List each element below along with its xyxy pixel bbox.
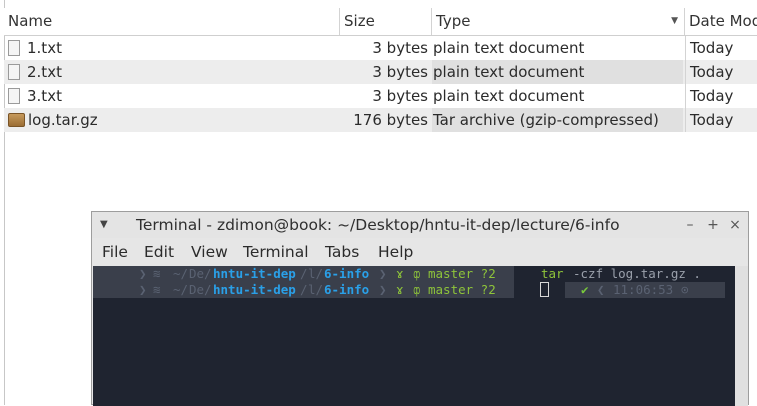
path-separator: /	[300, 282, 308, 297]
column-header-date[interactable]: Date Mod	[685, 8, 757, 35]
file-name-cell: 2.txt	[8, 60, 338, 84]
menu-help[interactable]: Help	[378, 238, 413, 266]
text-file-icon	[8, 40, 20, 56]
command-args: -czf log.tar.gz .	[573, 266, 701, 281]
column-header-type[interactable]: Type ▼	[432, 8, 685, 35]
file-row[interactable]: 1.txt 3 bytes plain text document Today	[4, 36, 757, 60]
file-name-cell: 1.txt	[8, 36, 338, 60]
prompt-arrow-icon: ❯	[139, 282, 147, 297]
maximize-button[interactable]: +	[704, 212, 722, 238]
window-menu-icon[interactable]: ▼	[100, 212, 108, 238]
branch-icon: ȹ	[413, 266, 421, 281]
file-name: 1.txt	[27, 39, 62, 57]
file-name: log.tar.gz	[28, 111, 98, 129]
git-branch: master ?2	[428, 266, 496, 281]
file-size: 3 bytes	[372, 39, 428, 57]
terminal-output[interactable]: ❯ ≋ ~/ De/ hntu-it-dep / l/ 6-info ❯ ɤ ȹ…	[93, 266, 735, 406]
file-date: Today	[685, 84, 757, 108]
branch-icon: ȹ	[413, 282, 421, 297]
path-segment: l/	[308, 282, 324, 297]
prompt-arrow-icon: ❯	[379, 266, 387, 281]
prompt-arrow-icon: ❯	[139, 266, 147, 281]
path-dir: 6-info	[324, 282, 370, 297]
file-row[interactable]: log.tar.gz 176 bytes Tar archive (gzip-c…	[4, 108, 757, 132]
path-repo: hntu-it-dep	[213, 266, 296, 281]
column-header-name[interactable]: Name	[4, 8, 340, 35]
git-branch: master ?2	[428, 282, 496, 297]
path-separator: /	[300, 266, 308, 281]
terminal-line: ❯ ≋ ~/ De/ hntu-it-dep / l/ 6-info ❯ ɤ ȹ…	[93, 282, 735, 298]
terminal-cursor	[540, 282, 549, 297]
prompt-time: 11:06:53	[613, 282, 674, 297]
file-name-cell: log.tar.gz	[8, 108, 338, 132]
terminal-scrollbar[interactable]	[735, 266, 748, 406]
status-ok-icon: ✔	[581, 282, 589, 297]
file-size: 176 bytes	[353, 111, 428, 129]
file-date: Today	[685, 108, 757, 132]
file-name-cell: 3.txt	[8, 84, 338, 108]
file-date: Today	[685, 60, 757, 84]
path-repo: hntu-it-dep	[213, 282, 296, 297]
prompt-arrow-left-icon: ❮	[597, 282, 605, 297]
command-name: tar	[541, 266, 564, 281]
sort-descending-icon: ▼	[671, 16, 678, 26]
column-header: Name Size Type ▼ Date Mod	[4, 8, 757, 36]
git-icon: ɤ	[396, 266, 404, 281]
terminal-titlebar[interactable]: ▼ Terminal - zdimon@book: ~/Desktop/hntu…	[92, 212, 748, 238]
terminal-menubar: File Edit View Terminal Tabs Help	[92, 238, 748, 266]
column-header-type-label: Type	[436, 12, 471, 30]
file-size: 3 bytes	[372, 87, 428, 105]
prompt-arrow-icon: ❯	[379, 282, 387, 297]
file-type: Tar archive (gzip-compressed)	[432, 108, 683, 132]
file-row[interactable]: 3.txt 3 bytes plain text document Today	[4, 84, 757, 108]
git-icon: ɤ	[396, 282, 404, 297]
path-home: ~/	[173, 266, 189, 281]
menu-file[interactable]: File	[102, 238, 128, 266]
clock-icon: ⊙	[681, 282, 689, 297]
folder-icon: ≋	[153, 266, 161, 281]
file-name: 3.txt	[27, 87, 62, 105]
menu-edit[interactable]: Edit	[144, 238, 174, 266]
file-name: 2.txt	[27, 63, 62, 81]
file-type: plain text document	[432, 60, 683, 84]
file-type: plain text document	[433, 39, 585, 57]
path-dir: 6-info	[324, 266, 370, 281]
terminal-window: ▼ Terminal - zdimon@book: ~/Desktop/hntu…	[91, 211, 749, 406]
file-row[interactable]: 2.txt 3 bytes plain text document Today	[4, 60, 757, 84]
close-button[interactable]: ×	[726, 212, 744, 238]
text-file-icon	[8, 88, 20, 104]
folder-icon: ≋	[153, 282, 161, 297]
file-type: plain text document	[433, 87, 585, 105]
path-segment: De/	[189, 282, 212, 297]
archive-file-icon	[8, 113, 25, 127]
terminal-title: Terminal - zdimon@book: ~/Desktop/hntu-i…	[136, 216, 620, 234]
file-date: Today	[685, 36, 757, 60]
terminal-line: ❯ ≋ ~/ De/ hntu-it-dep / l/ 6-info ❯ ɤ ȹ…	[93, 266, 735, 282]
text-file-icon	[8, 64, 20, 80]
path-segment: l/	[308, 266, 324, 281]
file-size: 3 bytes	[372, 63, 428, 81]
minimize-button[interactable]: –	[681, 212, 699, 238]
file-list: 1.txt 3 bytes plain text document Today …	[4, 36, 757, 132]
menu-view[interactable]: View	[191, 238, 228, 266]
path-home: ~/	[173, 282, 189, 297]
path-segment: De/	[189, 266, 212, 281]
column-header-size[interactable]: Size	[340, 8, 432, 35]
menu-tabs[interactable]: Tabs	[325, 238, 359, 266]
menu-terminal[interactable]: Terminal	[243, 238, 309, 266]
